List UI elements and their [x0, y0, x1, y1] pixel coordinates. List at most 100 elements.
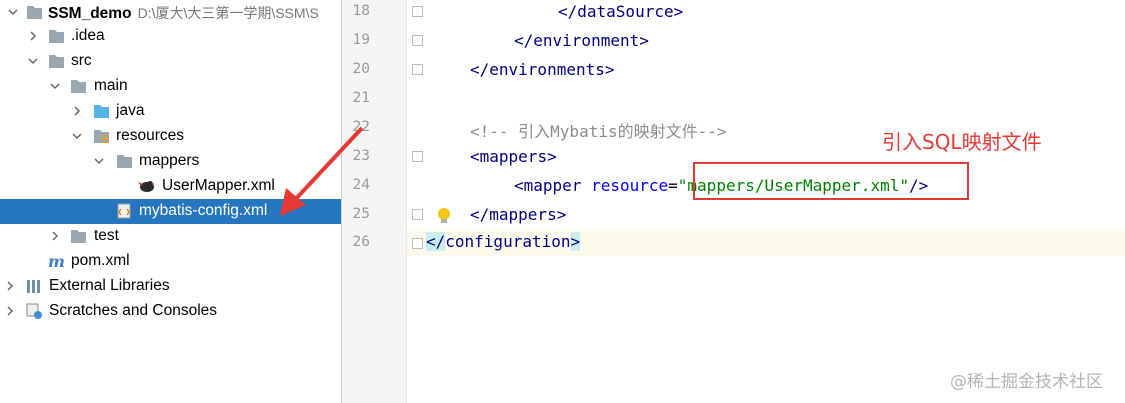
code-line-20[interactable]: </environments>	[470, 60, 615, 79]
tree-item-label: java	[116, 102, 145, 119]
line-number: 20	[352, 61, 370, 77]
folder-icon	[27, 6, 42, 19]
gutter-border	[406, 0, 407, 403]
tag-name: mappers	[489, 205, 557, 224]
tree-item-resources[interactable]: resources	[0, 124, 341, 149]
tree-item-scratches[interactable]: Scratches and Consoles	[0, 299, 341, 324]
tree-item-idea[interactable]: .idea	[0, 24, 341, 49]
code-line-25[interactable]: </mappers>	[470, 205, 566, 224]
folder-icon	[49, 30, 64, 43]
fold-marker[interactable]	[412, 6, 423, 17]
chevron-right-icon[interactable]	[49, 230, 61, 242]
line-number: 24	[352, 177, 370, 193]
tree-item-label: src	[71, 52, 92, 69]
line-number: 18	[352, 3, 370, 19]
tag-bracket: <	[514, 176, 524, 195]
chevron-down-icon[interactable]	[93, 155, 105, 167]
code-line-26[interactable]: </configuration>	[426, 232, 581, 251]
source-folder-icon	[94, 105, 109, 118]
tree-item-main[interactable]: main	[0, 74, 341, 99]
folder-icon	[49, 55, 64, 68]
chevron-right-icon[interactable]	[4, 305, 16, 317]
tree-item-src[interactable]: src	[0, 49, 341, 74]
maven-icon: m	[48, 253, 65, 269]
tag-name: environments	[489, 60, 605, 79]
tag-bracket: >	[556, 205, 567, 224]
mybatis-bird-icon	[138, 181, 155, 192]
chevron-right-icon[interactable]	[27, 30, 39, 42]
tree-item-label: .idea	[71, 27, 105, 44]
annotation-text: 引入SQL映射文件	[882, 130, 1042, 154]
fold-marker[interactable]	[412, 151, 423, 162]
tag-name: mapper	[523, 176, 582, 195]
tree-item-label: test	[94, 227, 119, 244]
chevron-right-icon[interactable]	[4, 280, 16, 292]
tag-bracket: >	[547, 147, 557, 166]
tree-item-external-libraries[interactable]: External Libraries	[0, 274, 341, 299]
tag-bracket: </	[470, 60, 490, 79]
tag-bracket-matched: </	[426, 232, 446, 251]
line-number: 19	[352, 32, 370, 48]
code-editor[interactable]: 18 19 20 21 22 23 24 25 26 </dataSource>…	[342, 0, 1125, 403]
line-number: 21	[352, 90, 370, 106]
tag-bracket: >	[639, 31, 649, 50]
folder-icon	[117, 155, 132, 168]
folder-icon	[71, 80, 86, 93]
code-line-23[interactable]: <mappers>	[470, 147, 557, 166]
tag-bracket-matched: >	[570, 232, 581, 251]
tree-item-test[interactable]: test	[0, 224, 341, 249]
tree-item-label: mappers	[139, 152, 200, 169]
chevron-down-icon[interactable]	[7, 6, 19, 18]
tree-item-ssm-demo[interactable]: SSM_demo D:\厦大\大三第一学期\SSM\S	[0, 0, 341, 25]
tag-bracket: >	[673, 2, 684, 21]
tag-name: mappers	[479, 147, 548, 166]
project-name: SSM_demo	[48, 5, 132, 22]
tree-item-pom-xml[interactable]: m pom.xml	[0, 249, 341, 274]
line-number: 22	[352, 119, 370, 135]
line-number: 25	[352, 206, 370, 222]
scratches-icon	[26, 303, 42, 319]
chevron-down-icon[interactable]	[49, 80, 61, 92]
code-line-22-comment[interactable]: <!-- 引入Mybatis的映射文件-->	[470, 118, 727, 142]
tree-item-label: UserMapper.xml	[162, 177, 275, 194]
xml-file-icon	[117, 203, 131, 219]
highlight-box	[693, 162, 969, 200]
tag-bracket: >	[604, 60, 615, 79]
chevron-down-icon[interactable]	[27, 55, 39, 67]
tree-item-label: main	[94, 77, 128, 94]
tree-item-label: External Libraries	[49, 277, 170, 294]
tree-item-mappers[interactable]: mappers	[0, 149, 341, 174]
fold-marker[interactable]	[412, 64, 423, 75]
tree-item-label: mybatis-config.xml	[139, 202, 268, 219]
library-icon	[27, 280, 40, 293]
chevron-down-icon[interactable]	[71, 130, 83, 142]
tree-item-label: pom.xml	[71, 252, 130, 269]
tag-name: environment	[533, 31, 640, 50]
tag-name: configuration	[445, 232, 571, 251]
attr-name: resource	[591, 176, 669, 195]
line-number: 23	[352, 148, 370, 164]
lightbulb-icon[interactable]	[436, 207, 452, 225]
folder-icon	[71, 230, 86, 243]
tag-bracket: </	[558, 2, 578, 21]
attr-equals: =	[668, 176, 678, 195]
code-line-18[interactable]: </dataSource>	[558, 2, 683, 21]
tag-bracket: <	[470, 147, 480, 166]
code-line-19[interactable]: </environment>	[514, 31, 649, 50]
fold-marker[interactable]	[412, 209, 423, 220]
fold-marker[interactable]	[412, 238, 423, 249]
svg-text:m: m	[48, 253, 65, 269]
tree-item-mybatis-config-xml[interactable]: mybatis-config.xml	[0, 199, 341, 224]
tree-item-label: Scratches and Consoles	[49, 302, 218, 319]
tag-name: dataSource	[577, 2, 674, 21]
resources-folder-icon	[94, 130, 109, 143]
tree-item-label: resources	[116, 127, 185, 144]
project-tree: SSM_demo D:\厦大\大三第一学期\SSM\S .idea src mai…	[0, 0, 341, 403]
chevron-right-icon[interactable]	[71, 105, 83, 117]
tree-item-java[interactable]: java	[0, 99, 341, 124]
tag-bracket: </	[470, 205, 490, 224]
tag-bracket: </	[514, 31, 534, 50]
tree-item-usermapper-xml[interactable]: UserMapper.xml	[0, 174, 341, 199]
fold-marker[interactable]	[412, 35, 423, 46]
project-path: D:\厦大\大三第一学期\SSM\S	[137, 5, 319, 21]
